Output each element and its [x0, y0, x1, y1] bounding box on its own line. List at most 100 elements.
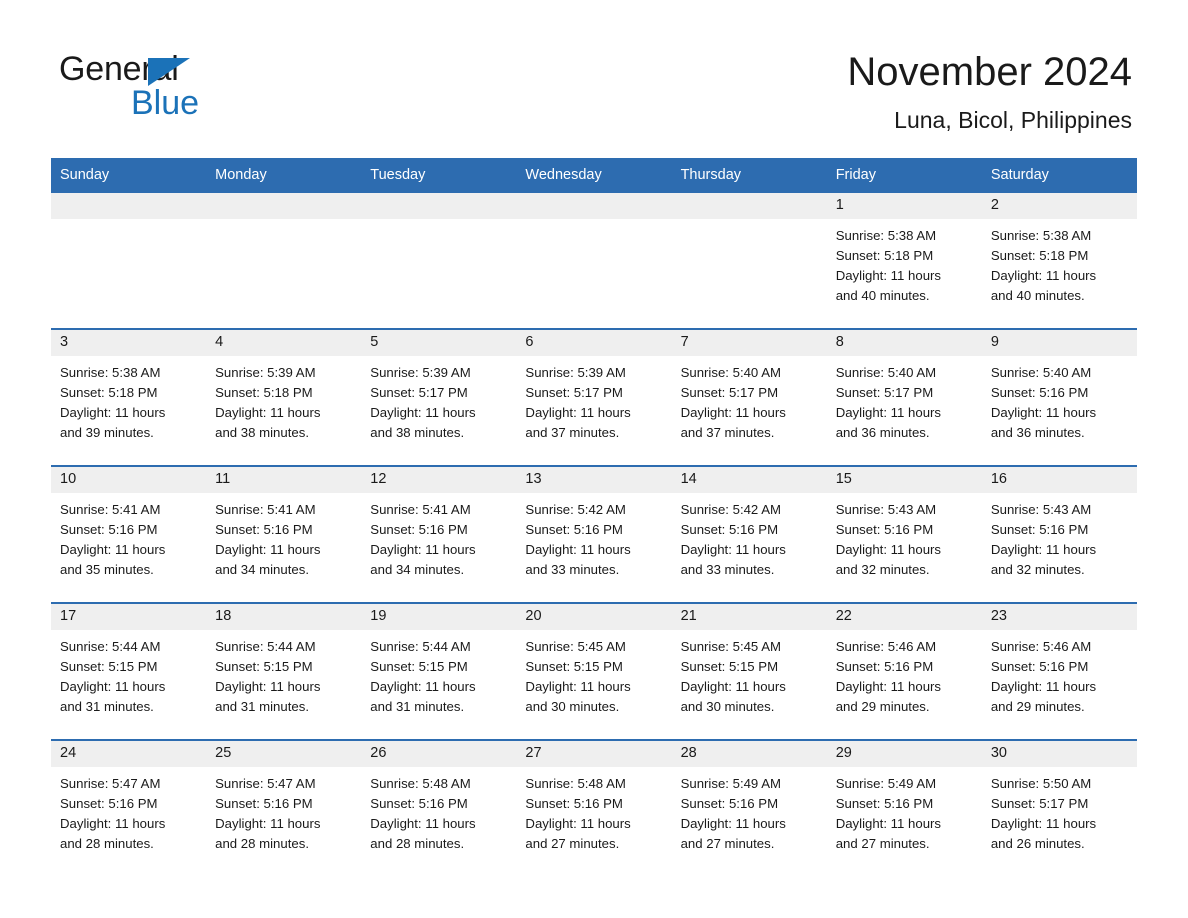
- sunset-text: Sunset: 5:16 PM: [680, 795, 779, 811]
- sunset-text: Sunset: 5:16 PM: [835, 521, 934, 537]
- day-details: Sunrise: 5:38 AM Sunset: 5:18 PM Daylight:…: [827, 219, 982, 306]
- calendar-day-cell[interactable]: 4 Sunrise: 5:39 AM Sunset: 5:18 PM Daylight…: [206, 329, 362, 465]
- daylight-text-line1: Daylight: 11 hours: [370, 404, 476, 420]
- calendar-day-cell[interactable]: 20 Sunrise: 5:45 AM Sunset: 5:15 PM Dayligh…: [516, 603, 672, 739]
- calendar-day-cell-empty: [671, 192, 827, 328]
- sunset-text: Sunset: 5:15 PM: [60, 658, 158, 674]
- daylight-text-line1: Daylight: 11 hours: [680, 404, 786, 420]
- daylight-text-line1: Daylight: 11 hours: [990, 815, 1097, 831]
- calendar-day-cell[interactable]: 16 Sunrise: 5:43 AM Sunset: 5:16 PM Dayligh…: [981, 466, 1137, 602]
- day-number: 19: [361, 603, 517, 630]
- weekday-header-sunday: Sunday: [60, 167, 110, 183]
- day-details: Sunrise: 5:43 AM Sunset: 5:16 PM Daylight:…: [827, 493, 982, 580]
- sunrise-text: Sunrise: 5:48 AM: [525, 775, 626, 791]
- daylight-text-line2: and 36 minutes.: [835, 424, 930, 440]
- day-number: 8: [826, 329, 982, 356]
- calendar-day-cell[interactable]: 8 Sunrise: 5:40 AM Sunset: 5:17 PM Daylight…: [826, 329, 982, 465]
- daylight-text-line2: and 37 minutes.: [680, 424, 775, 440]
- calendar-day-cell[interactable]: 12 Sunrise: 5:41 AM Sunset: 5:16 PM Dayligh…: [361, 466, 517, 602]
- calendar-day-cell[interactable]: 6 Sunrise: 5:39 AM Sunset: 5:17 PM Daylight…: [516, 329, 672, 465]
- calendar-day-cell[interactable]: 14 Sunrise: 5:42 AM Sunset: 5:16 PM Dayligh…: [671, 466, 827, 602]
- daylight-text-line1: Daylight: 11 hours: [525, 541, 631, 557]
- calendar-day-cell[interactable]: 17 Sunrise: 5:44 AM Sunset: 5:15 PM Dayligh…: [51, 603, 207, 739]
- calendar-day-cell[interactable]: 30 Sunrise: 5:50 AM Sunset: 5:17 PM Dayligh…: [981, 740, 1137, 876]
- day-number: 5: [361, 329, 517, 356]
- day-details: Sunrise: 5:45 AM Sunset: 5:15 PM Daylight:…: [672, 630, 827, 717]
- sunrise-text: Sunrise: 5:45 AM: [680, 638, 781, 654]
- calendar-day-cell[interactable]: 19 Sunrise: 5:44 AM Sunset: 5:15 PM Dayligh…: [361, 603, 517, 739]
- calendar-day-cell[interactable]: 21 Sunrise: 5:45 AM Sunset: 5:15 PM Dayligh…: [671, 603, 827, 739]
- day-number: [361, 192, 517, 219]
- daylight-text-line1: Daylight: 11 hours: [990, 541, 1097, 557]
- sunset-text: Sunset: 5:16 PM: [60, 795, 158, 811]
- day-number: 7: [671, 329, 827, 356]
- calendar-day-cell[interactable]: 1 Sunrise: 5:38 AM Sunset: 5:18 PM Daylight…: [826, 192, 982, 328]
- calendar-day-cell[interactable]: 26 Sunrise: 5:48 AM Sunset: 5:16 PM Dayligh…: [361, 740, 517, 876]
- calendar-grid: Sunday Monday Tuesday Wednesday Thursday…: [51, 158, 1137, 876]
- day-details: Sunrise: 5:42 AM Sunset: 5:16 PM Daylight:…: [516, 493, 671, 580]
- page-subtitle: Luna, Bicol, Philippines: [894, 107, 1132, 133]
- weekday-header-wednesday: Wednesday: [525, 167, 602, 183]
- sunset-text: Sunset: 5:16 PM: [680, 521, 779, 537]
- calendar-day-cell[interactable]: 10 Sunrise: 5:41 AM Sunset: 5:16 PM Dayligh…: [51, 466, 207, 602]
- day-number: 1: [826, 192, 982, 219]
- day-number: 3: [51, 329, 207, 356]
- calendar-day-cell[interactable]: 7 Sunrise: 5:40 AM Sunset: 5:17 PM Daylight…: [671, 329, 827, 465]
- calendar-day-cell[interactable]: 27 Sunrise: 5:48 AM Sunset: 5:16 PM Dayligh…: [516, 740, 672, 876]
- calendar-day-cell[interactable]: 5 Sunrise: 5:39 AM Sunset: 5:17 PM Daylight…: [361, 329, 517, 465]
- sunset-text: Sunset: 5:17 PM: [680, 384, 779, 400]
- sunset-text: Sunset: 5:16 PM: [215, 521, 313, 537]
- daylight-text-line2: and 35 minutes.: [60, 561, 154, 577]
- day-number: 28: [671, 740, 827, 767]
- daylight-text-line1: Daylight: 11 hours: [990, 404, 1097, 420]
- calendar-day-cell[interactable]: 28 Sunrise: 5:49 AM Sunset: 5:16 PM Dayligh…: [671, 740, 827, 876]
- calendar-day-cell[interactable]: 3 Sunrise: 5:38 AM Sunset: 5:18 PM Daylight…: [51, 329, 207, 465]
- sunrise-text: Sunrise: 5:42 AM: [525, 501, 626, 517]
- day-details: Sunrise: 5:48 AM Sunset: 5:16 PM Daylight:…: [516, 767, 671, 854]
- generalblue-logo[interactable]: General Blue: [59, 52, 319, 122]
- sunrise-text: Sunrise: 5:44 AM: [215, 638, 316, 654]
- day-number: 23: [981, 603, 1137, 630]
- sunrise-text: Sunrise: 5:40 AM: [990, 364, 1092, 380]
- calendar-day-cell[interactable]: 9 Sunrise: 5:40 AM Sunset: 5:16 PM Daylight…: [981, 329, 1137, 465]
- sunset-text: Sunset: 5:16 PM: [990, 521, 1089, 537]
- day-number: 15: [826, 466, 982, 493]
- daylight-text-line2: and 31 minutes.: [215, 698, 309, 714]
- calendar-day-cell[interactable]: 13 Sunrise: 5:42 AM Sunset: 5:16 PM Dayligh…: [516, 466, 672, 602]
- day-details: Sunrise: 5:40 AM Sunset: 5:17 PM Daylight:…: [672, 356, 827, 443]
- calendar-day-cell[interactable]: 24 Sunrise: 5:47 AM Sunset: 5:16 PM Dayligh…: [51, 740, 207, 876]
- day-number: 25: [206, 740, 362, 767]
- sunset-text: Sunset: 5:15 PM: [215, 658, 313, 674]
- calendar-day-cell[interactable]: 23 Sunrise: 5:46 AM Sunset: 5:16 PM Dayligh…: [981, 603, 1137, 739]
- day-number: [206, 192, 362, 219]
- day-details: Sunrise: 5:38 AM Sunset: 5:18 PM Daylight:…: [51, 356, 206, 443]
- calendar-day-cell[interactable]: 25 Sunrise: 5:47 AM Sunset: 5:16 PM Dayligh…: [206, 740, 362, 876]
- sunset-text: Sunset: 5:16 PM: [525, 795, 623, 811]
- sunset-text: Sunset: 5:15 PM: [525, 658, 623, 674]
- sunrise-text: Sunrise: 5:41 AM: [60, 501, 161, 517]
- day-number: 9: [981, 329, 1137, 356]
- calendar-day-cell[interactable]: 29 Sunrise: 5:49 AM Sunset: 5:16 PM Dayligh…: [826, 740, 982, 876]
- sunrise-text: Sunrise: 5:49 AM: [835, 775, 937, 791]
- weekday-header-thursday: Thursday: [680, 167, 742, 183]
- sunset-text: Sunset: 5:16 PM: [370, 795, 468, 811]
- calendar-day-cell[interactable]: 18 Sunrise: 5:44 AM Sunset: 5:15 PM Dayligh…: [206, 603, 362, 739]
- day-details: Sunrise: 5:48 AM Sunset: 5:16 PM Daylight:…: [361, 767, 516, 854]
- day-number: 14: [671, 466, 827, 493]
- sunrise-text: Sunrise: 5:43 AM: [990, 501, 1092, 517]
- daylight-text-line1: Daylight: 11 hours: [370, 541, 476, 557]
- calendar-day-cell[interactable]: 2 Sunrise: 5:38 AM Sunset: 5:18 PM Daylight…: [981, 192, 1137, 328]
- calendar-day-cell[interactable]: 11 Sunrise: 5:41 AM Sunset: 5:16 PM Dayligh…: [206, 466, 362, 602]
- daylight-text-line2: and 34 minutes.: [215, 561, 309, 577]
- day-details: Sunrise: 5:46 AM Sunset: 5:16 PM Daylight:…: [982, 630, 1137, 717]
- calendar-day-cell[interactable]: 22 Sunrise: 5:46 AM Sunset: 5:16 PM Dayligh…: [826, 603, 982, 739]
- day-number: 18: [206, 603, 362, 630]
- day-details: Sunrise: 5:39 AM Sunset: 5:17 PM Daylight:…: [516, 356, 671, 443]
- sunset-text: Sunset: 5:16 PM: [990, 658, 1089, 674]
- day-details: Sunrise: 5:45 AM Sunset: 5:15 PM Daylight:…: [516, 630, 671, 717]
- daylight-text-line1: Daylight: 11 hours: [215, 541, 321, 557]
- day-number: 6: [516, 329, 672, 356]
- daylight-text-line2: and 32 minutes.: [990, 561, 1085, 577]
- daylight-text-line1: Daylight: 11 hours: [60, 678, 166, 694]
- calendar-day-cell[interactable]: 15 Sunrise: 5:43 AM Sunset: 5:16 PM Dayligh…: [826, 466, 982, 602]
